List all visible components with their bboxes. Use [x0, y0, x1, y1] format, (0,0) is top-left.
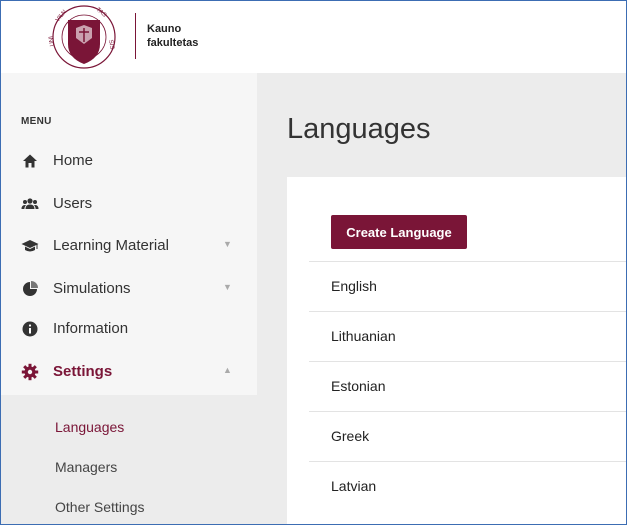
table-row[interactable]: Estonian	[309, 361, 626, 411]
submenu-item-managers[interactable]: Managers	[1, 450, 257, 484]
language-name: Estonian	[331, 378, 386, 394]
sidebar-item-label: Simulations	[53, 280, 131, 297]
info-icon	[21, 320, 39, 338]
submenu-item-label: Other Settings	[55, 499, 145, 515]
sidebar-item-information[interactable]: Information	[1, 311, 257, 347]
sidebar-item-simulations[interactable]: Simulations ▼	[1, 271, 257, 307]
gear-icon	[21, 363, 39, 381]
language-name: English	[331, 278, 377, 294]
language-name: Greek	[331, 428, 370, 444]
sidebar-item-label: Home	[53, 152, 94, 169]
create-language-button[interactable]: Create Language	[331, 215, 467, 249]
table-row[interactable]: Latvian	[309, 461, 626, 511]
sidebar-item-label: Information	[53, 320, 129, 337]
sidebar-item-settings[interactable]: Settings ▲	[1, 354, 257, 390]
submenu-item-label: Managers	[55, 459, 118, 475]
submenu-item-other-settings[interactable]: Other Settings	[1, 490, 257, 524]
page-title: Languages	[287, 113, 431, 145]
pie-chart-icon	[21, 280, 39, 298]
table-row[interactable]: Lithuanian	[309, 311, 626, 361]
language-name: Lithuanian	[331, 328, 396, 344]
settings-submenu: Languages Managers Other Settings	[1, 395, 257, 524]
table-row[interactable]: Greek	[309, 411, 626, 461]
submenu-item-languages[interactable]: Languages	[1, 410, 257, 444]
app-window: VILN TAS SIS UNI Kauno fakultetas MENU H…	[0, 0, 627, 525]
faculty-name-line2: fakultetas	[147, 37, 199, 49]
graduation-cap-icon	[21, 237, 39, 255]
language-name: Latvian	[331, 478, 377, 494]
languages-table: English Lithuanian Estonian Greek Latvia…	[309, 261, 626, 511]
logo-divider	[135, 13, 136, 59]
sidebar-item-label: Learning Material	[53, 237, 169, 254]
chevron-up-icon: ▲	[223, 365, 232, 375]
sidebar-item-home[interactable]: Home	[1, 143, 257, 179]
sidebar-item-label: Users	[53, 195, 93, 212]
languages-card: Create Language English Lithuanian Eston…	[287, 177, 626, 524]
menu-heading: MENU	[21, 116, 52, 127]
chevron-down-icon: ▼	[223, 239, 232, 249]
home-icon	[21, 152, 39, 170]
table-row[interactable]: English	[309, 261, 626, 311]
sidebar-item-label: Settings	[53, 363, 113, 380]
sidebar-item-users[interactable]: Users	[1, 186, 257, 222]
faculty-name: Kauno fakultetas	[147, 22, 198, 50]
sidebar-item-learning-material[interactable]: Learning Material ▼	[1, 228, 257, 264]
submenu-item-label: Languages	[55, 419, 125, 435]
sidebar: MENU Home Users Learning Material ▼ Simu…	[1, 73, 257, 524]
top-header: VILN TAS SIS UNI Kauno fakultetas	[1, 1, 626, 73]
university-seal-logo[interactable]: VILN TAS SIS UNI	[46, 4, 122, 70]
users-icon	[21, 195, 39, 213]
faculty-name-line1: Kauno	[147, 23, 182, 35]
chevron-down-icon: ▼	[223, 282, 232, 292]
